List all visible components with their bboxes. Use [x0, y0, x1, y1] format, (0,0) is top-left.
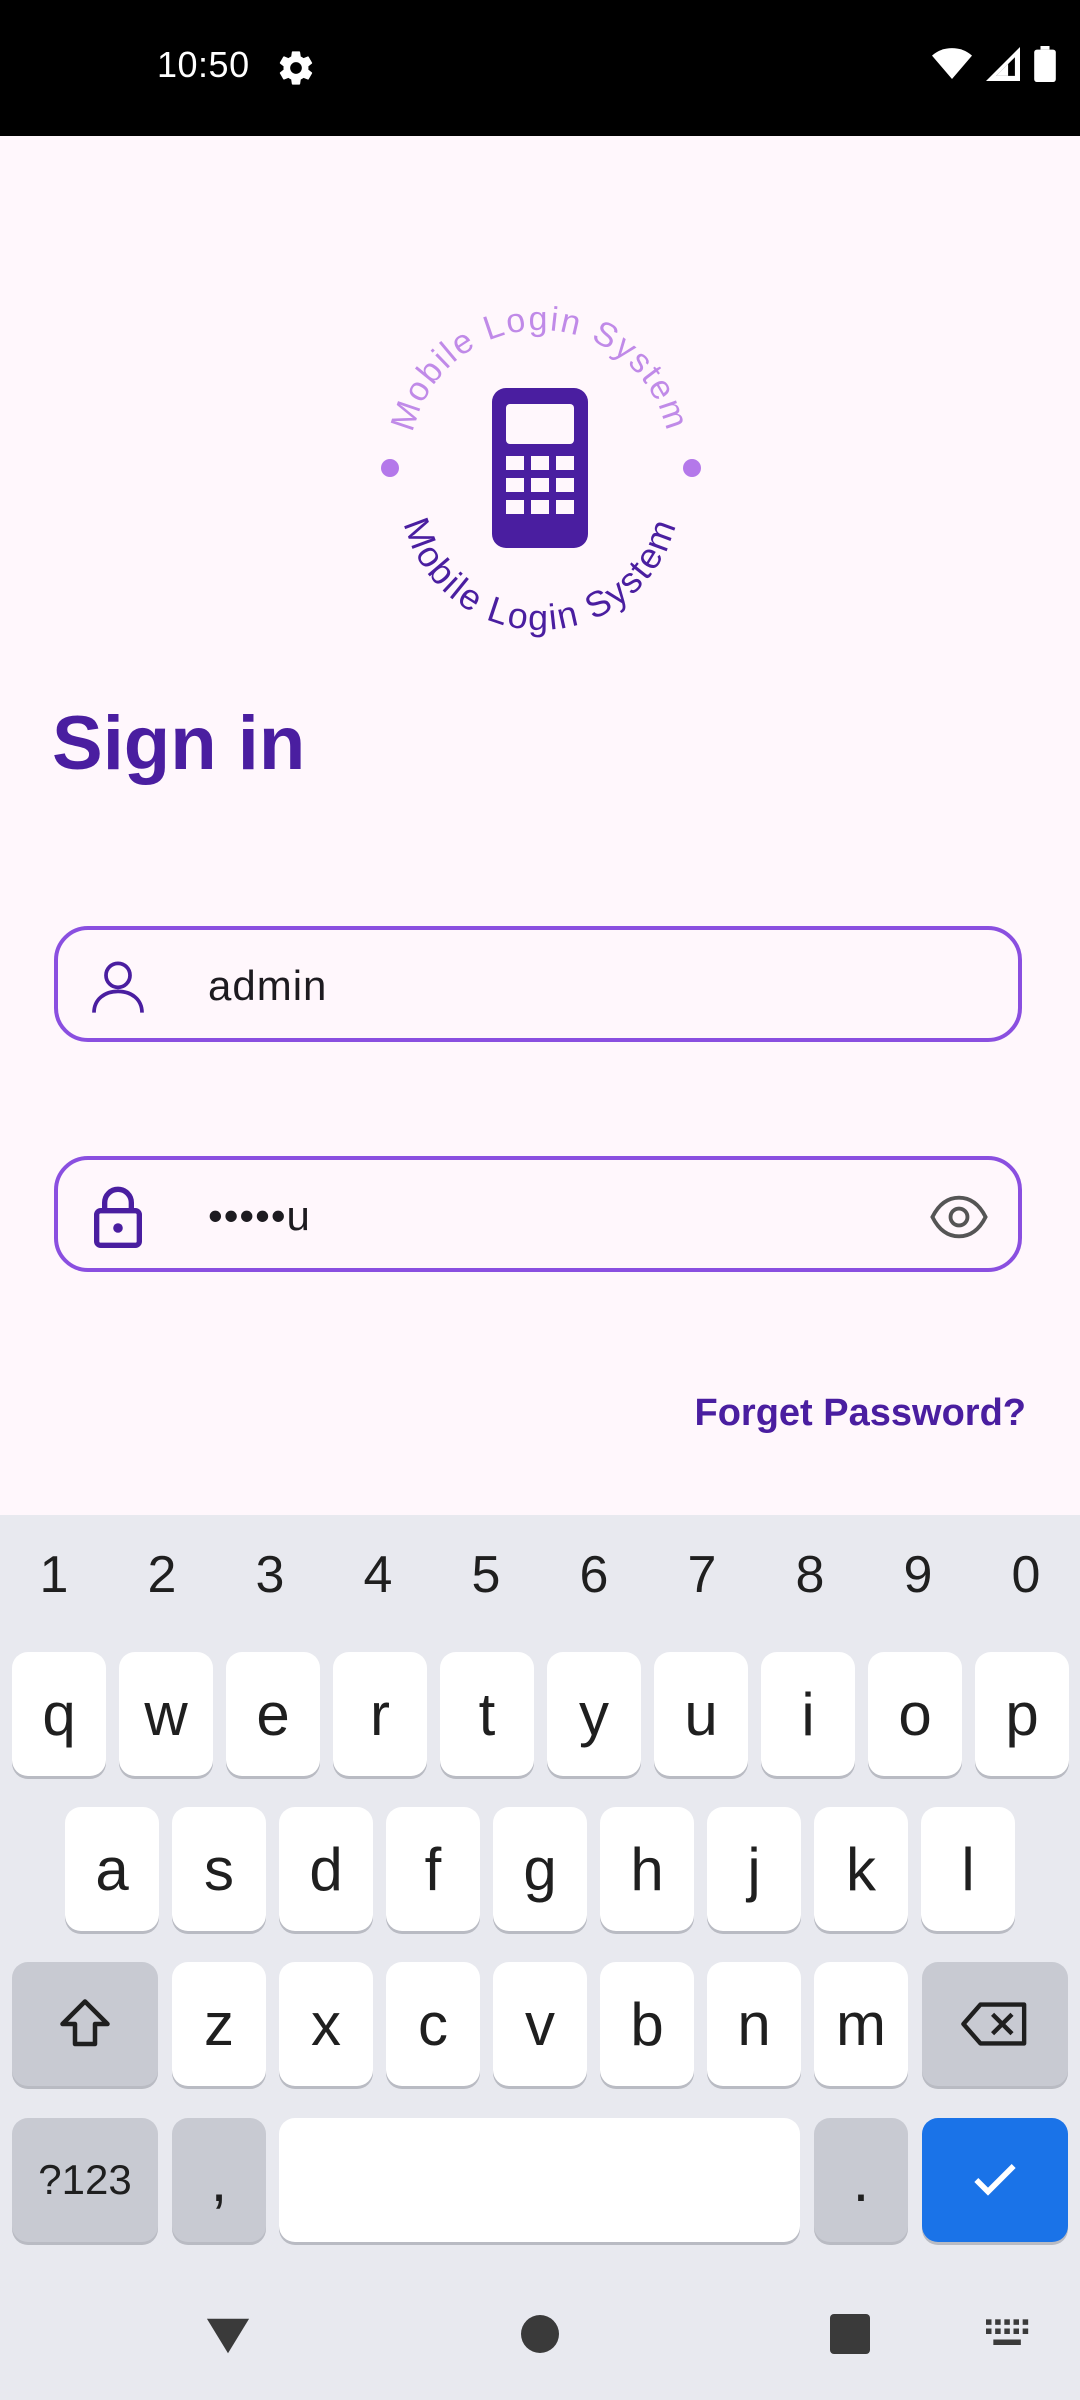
- key-u[interactable]: u: [654, 1652, 748, 1776]
- key-h[interactable]: h: [600, 1807, 694, 1931]
- key-n[interactable]: n: [707, 1962, 801, 2086]
- username-value: admin: [208, 962, 328, 1009]
- lock-icon: [94, 1186, 142, 1248]
- key-c[interactable]: c: [386, 1962, 480, 2086]
- navigation-bar: [0, 2270, 1080, 2400]
- key-r[interactable]: r: [333, 1652, 427, 1776]
- key-x[interactable]: x: [279, 1962, 373, 2086]
- password-field[interactable]: •••••u: [54, 1156, 1022, 1272]
- key-l[interactable]: l: [921, 1807, 1015, 1931]
- key-a[interactable]: a: [65, 1807, 159, 1931]
- key-6[interactable]: 6: [540, 1545, 648, 1605]
- key-m[interactable]: m: [814, 1962, 908, 2086]
- keyboard-switch-icon[interactable]: [986, 2318, 1030, 2350]
- phone-icon: [492, 388, 588, 548]
- key-v[interactable]: v: [493, 1962, 587, 2086]
- comma-key[interactable]: ,: [172, 2118, 266, 2242]
- key-t[interactable]: t: [440, 1652, 534, 1776]
- signal-icon: [986, 47, 1020, 81]
- key-k[interactable]: k: [814, 1807, 908, 1931]
- number-row: 1 2 3 4 5 6 7 8 9 0: [0, 1545, 1080, 1605]
- key-e[interactable]: e: [226, 1652, 320, 1776]
- status-icons: [932, 46, 1056, 82]
- username-field[interactable]: admin: [54, 926, 1022, 1042]
- key-4[interactable]: 4: [324, 1545, 432, 1605]
- key-y[interactable]: y: [547, 1652, 641, 1776]
- password-value: •••••u: [208, 1192, 311, 1239]
- backspace-icon: [961, 2002, 1027, 2046]
- key-g[interactable]: g: [493, 1807, 587, 1931]
- mobile-login-logo: Mobile Login System Mobile Login System: [381, 300, 701, 638]
- key-p[interactable]: p: [975, 1652, 1069, 1776]
- key-i[interactable]: i: [761, 1652, 855, 1776]
- settings-gear-icon: [279, 51, 313, 85]
- symbols-key[interactable]: ?123: [12, 2118, 158, 2242]
- key-s[interactable]: s: [172, 1807, 266, 1931]
- checkmark-icon: [974, 2164, 1016, 2196]
- space-key[interactable]: [279, 2118, 800, 2242]
- key-8[interactable]: 8: [756, 1545, 864, 1605]
- key-b[interactable]: b: [600, 1962, 694, 2086]
- shift-arrow-icon: [60, 1999, 110, 2047]
- person-icon: [92, 961, 144, 1013]
- key-1[interactable]: 1: [0, 1545, 108, 1605]
- back-triangle-icon[interactable]: [205, 2316, 251, 2356]
- key-2[interactable]: 2: [108, 1545, 216, 1605]
- status-time: 10:50: [157, 44, 250, 85]
- shift-key[interactable]: [12, 1962, 158, 2086]
- page-title: Sign in: [52, 701, 306, 786]
- home-circle-icon[interactable]: [520, 2314, 560, 2354]
- recents-square-icon[interactable]: [830, 2314, 870, 2354]
- keyboard: 1 2 3 4 5 6 7 8 9 0 q w e r t y u i o p …: [0, 1515, 1080, 2400]
- battery-icon: [1034, 46, 1056, 82]
- eye-icon[interactable]: [930, 1192, 988, 1242]
- forget-password-link[interactable]: Forget Password?: [695, 1392, 1027, 1435]
- key-9[interactable]: 9: [864, 1545, 972, 1605]
- key-w[interactable]: w: [119, 1652, 213, 1776]
- key-q[interactable]: q: [12, 1652, 106, 1776]
- key-0[interactable]: 0: [972, 1545, 1080, 1605]
- done-key[interactable]: [922, 2118, 1068, 2242]
- key-3[interactable]: 3: [216, 1545, 324, 1605]
- status-bar: 10:50: [0, 0, 1080, 136]
- key-f[interactable]: f: [386, 1807, 480, 1931]
- key-z[interactable]: z: [172, 1962, 266, 2086]
- key-d[interactable]: d: [279, 1807, 373, 1931]
- key-o[interactable]: o: [868, 1652, 962, 1776]
- backspace-key[interactable]: [922, 1962, 1068, 2086]
- key-j[interactable]: j: [707, 1807, 801, 1931]
- wifi-icon: [932, 48, 972, 79]
- period-key[interactable]: .: [814, 2118, 908, 2242]
- key-5[interactable]: 5: [432, 1545, 540, 1605]
- key-7[interactable]: 7: [648, 1545, 756, 1605]
